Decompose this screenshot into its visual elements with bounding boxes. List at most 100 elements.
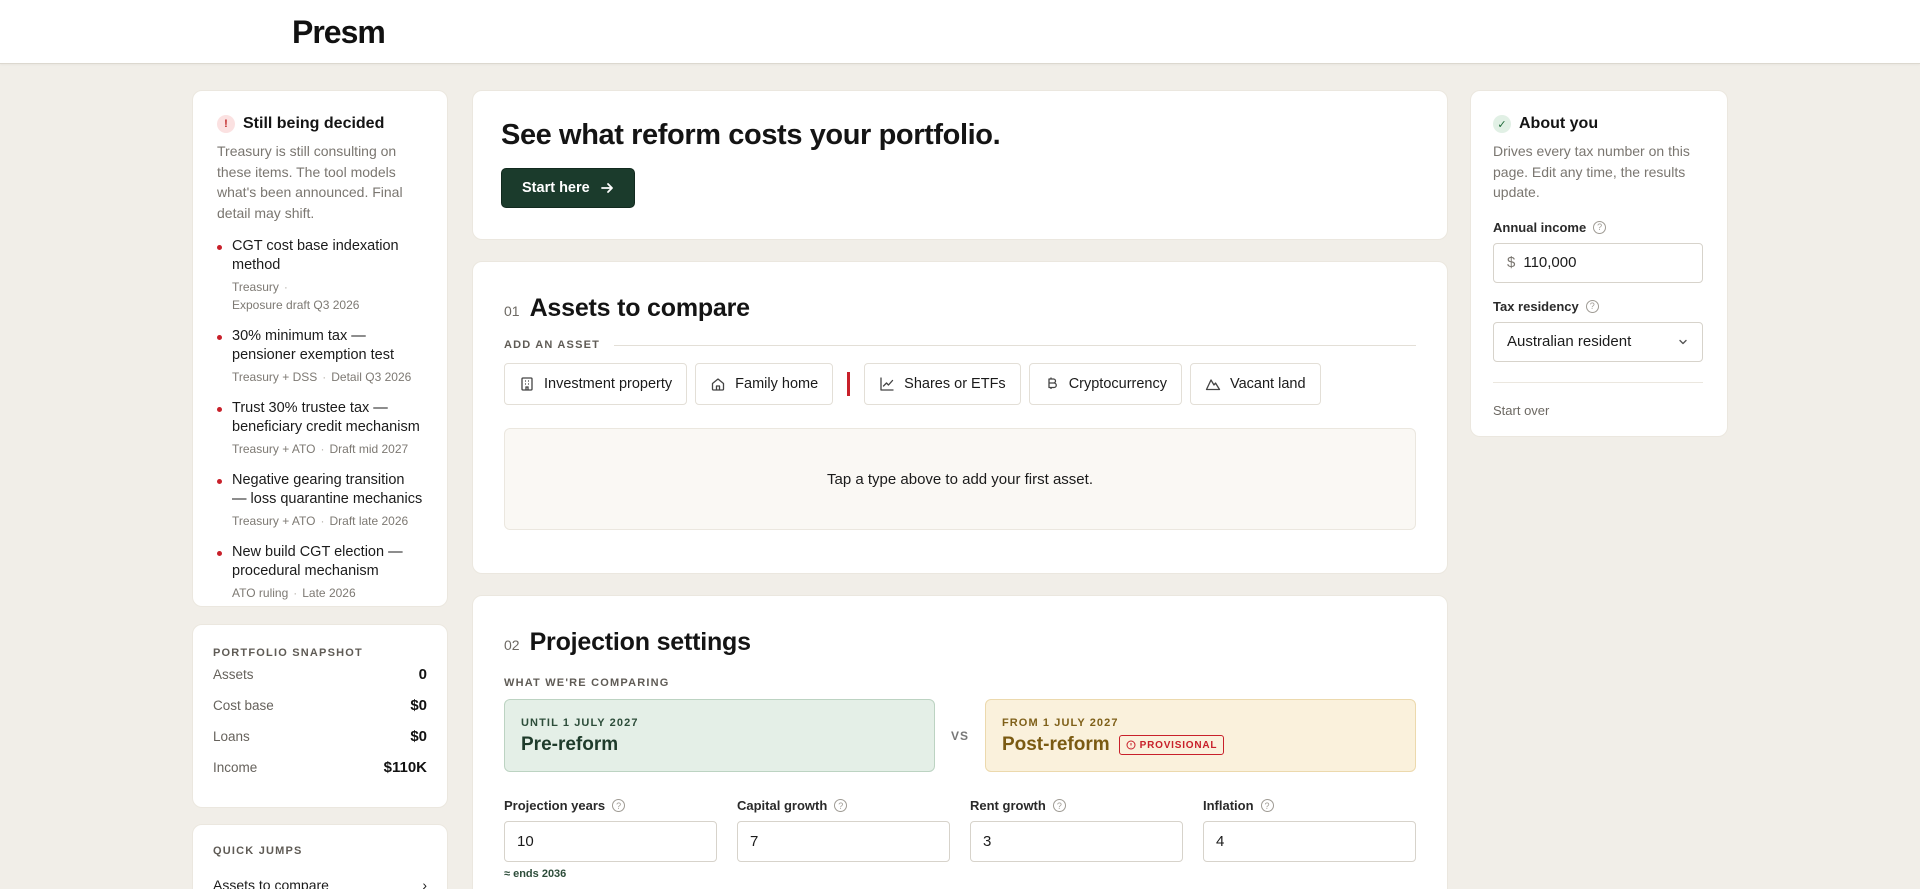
asset-type-label: Family home [735,376,819,392]
decided-item-meta: Treasury · Exposure draft Q3 2026 [232,278,423,314]
help-icon[interactable]: ? [1585,299,1599,313]
snapshot-label: Loans [213,729,250,744]
decided-item-title: 30% minimum tax — pensioner exemption te… [232,328,395,363]
add-family-home-button[interactable]: Family home [695,363,834,405]
chart-line-icon [880,377,894,391]
field-label: Projection years? [504,798,717,813]
decided-item-when: Late 2026 [302,586,356,600]
decided-item-title: Trust 30% trustee tax — beneficiary cred… [232,400,420,435]
help-icon[interactable]: ? [1052,799,1066,812]
add-shares-etfs-button[interactable]: Shares or ETFs [864,363,1021,405]
field-label-text: Inflation [1203,798,1254,813]
section-header: 02 Projection settings [504,628,1416,657]
help-icon[interactable]: ? [612,799,626,812]
about-title: About you [1519,115,1599,132]
help-icon[interactable]: ? [834,799,848,812]
label-text: Tax residency [1493,298,1579,314]
currency-symbol: $ [1507,254,1516,271]
post-reform-date: FROM 1 JULY 2027 [1001,717,1119,729]
projection-end-hint: ≈ ends 2036 [504,868,567,880]
chevron-right-icon: › [422,877,427,889]
quick-jumps-heading: QUICK JUMPS [213,845,303,857]
asset-type-label: Vacant land [1230,376,1306,392]
decided-item: Negative gearing transition — loss quara… [217,471,423,530]
snapshot-label: Cost base [213,698,274,713]
bitcoin-icon [1048,377,1057,389]
meta-separator: · [322,370,327,384]
pre-reform-date: UNTIL 1 JULY 2027 [521,717,639,729]
add-vacant-land-button[interactable]: Vacant land [1190,363,1321,405]
snapshot-row-income: Income $110K [213,752,427,783]
add-investment-property-button[interactable]: Investment property [504,363,688,405]
field-label-text: Capital growth [737,798,828,813]
decided-item-title: New build CGT election — procedural mech… [232,544,403,579]
decided-item: Trust 30% trustee tax — beneficiary cred… [217,399,423,458]
rent-growth-input[interactable]: 3 [970,821,1183,862]
decided-header: ! Still being decided [217,115,423,133]
decided-item-meta: ATO ruling · Late 2026 [232,584,423,602]
annual-income-label: Annual income ? [1493,220,1703,235]
building-icon [521,377,533,391]
projection-settings-section: 02 Projection settings WHAT WE'RE COMPAR… [472,595,1448,889]
start-here-button[interactable]: Start here [501,168,635,208]
inflation-field: Inflation? 4 [1203,798,1416,880]
add-cryptocurrency-button[interactable]: Cryptocurrency [1028,363,1182,405]
decided-item-meta: Treasury + DSS · Detail Q3 2026 [232,368,423,386]
decided-item: 30% minimum tax — pensioner exemption te… [217,327,423,386]
snapshot-row-loans: Loans $0 [213,721,427,752]
projection-years-input[interactable]: 10 [504,821,717,862]
quick-jump-label: Assets to compare [213,877,329,889]
quick-jumps-card: QUICK JUMPS Assets to compare › [192,824,448,889]
section-number: 02 [504,637,520,653]
inflation-input[interactable]: 4 [1203,821,1416,862]
decided-item-when: Draft late 2026 [329,514,409,528]
capital-growth-field: Capital growth? 7 [737,798,950,880]
check-icon: ✓ [1493,115,1511,133]
decided-item-source: Treasury [232,280,279,294]
vs-label: VS [950,728,969,743]
meta-separator: · [320,442,325,456]
asset-type-label: Shares or ETFs [904,376,1006,392]
decided-item-meta: Treasury + ATO · Draft mid 2027 [232,440,423,458]
add-asset-label: ADD AN ASSET [504,339,601,351]
about-description: Drives every tax number on this page. Ed… [1493,143,1690,200]
chevron-down-icon [1679,339,1687,344]
annual-income-input[interactable]: $ 110,000 [1493,242,1703,283]
provisional-badge: PROVISIONAL [1118,735,1225,755]
quick-jump-assets-link[interactable]: Assets to compare › [213,877,427,889]
empty-assets-message: Tap a type above to add your first asset… [504,428,1416,530]
still-being-decided-card: ! Still being decided Treasury is still … [192,90,448,607]
snapshot-heading: PORTFOLIO SNAPSHOT [213,647,363,659]
meta-separator: · [283,280,288,294]
assets-to-compare-section: 01 Assets to compare ADD AN ASSET Invest… [472,261,1448,574]
start-over-link[interactable]: Start over [1493,403,1703,418]
help-icon[interactable]: ? [1593,220,1607,234]
info-circle-icon [1126,740,1136,750]
decided-item: CGT cost base indexation method Treasury… [217,237,423,314]
decided-item-when: Exposure draft Q3 2026 [232,298,360,312]
tax-residency-select[interactable]: Australian resident [1493,321,1703,362]
app-logo[interactable]: Presm [292,14,386,51]
decided-item-meta: Treasury + ATO · Draft late 2026 [232,512,423,530]
start-here-label: Start here [522,180,590,196]
annual-income-value: 110,000 [1523,254,1577,271]
section-number: 01 [504,303,520,319]
about-header: ✓ About you [1493,115,1703,133]
snapshot-value: $110K [383,759,427,776]
post-reform-card: FROM 1 JULY 2027 Post-reform PROVISIONAL [984,699,1416,772]
meta-separator: · [293,586,298,600]
asset-type-label: Cryptocurrency [1068,376,1167,392]
snapshot-label: Income [213,760,258,775]
field-label: Rent growth? [970,798,1183,813]
field-label: Capital growth? [737,798,950,813]
decided-item-when: Detail Q3 2026 [331,370,412,384]
post-reform-label: Post-reform [1001,734,1110,755]
pre-reform-card: UNTIL 1 JULY 2027 Pre-reform [504,699,936,772]
asset-type-label: Investment property [544,376,673,392]
capital-growth-input[interactable]: 7 [737,821,950,862]
decided-item-source: Treasury + ATO [232,514,316,528]
snapshot-value: $0 [410,728,427,745]
arrow-right-icon [600,183,613,193]
help-icon[interactable]: ? [1260,799,1274,812]
pre-reform-label: Pre-reform [521,734,619,755]
